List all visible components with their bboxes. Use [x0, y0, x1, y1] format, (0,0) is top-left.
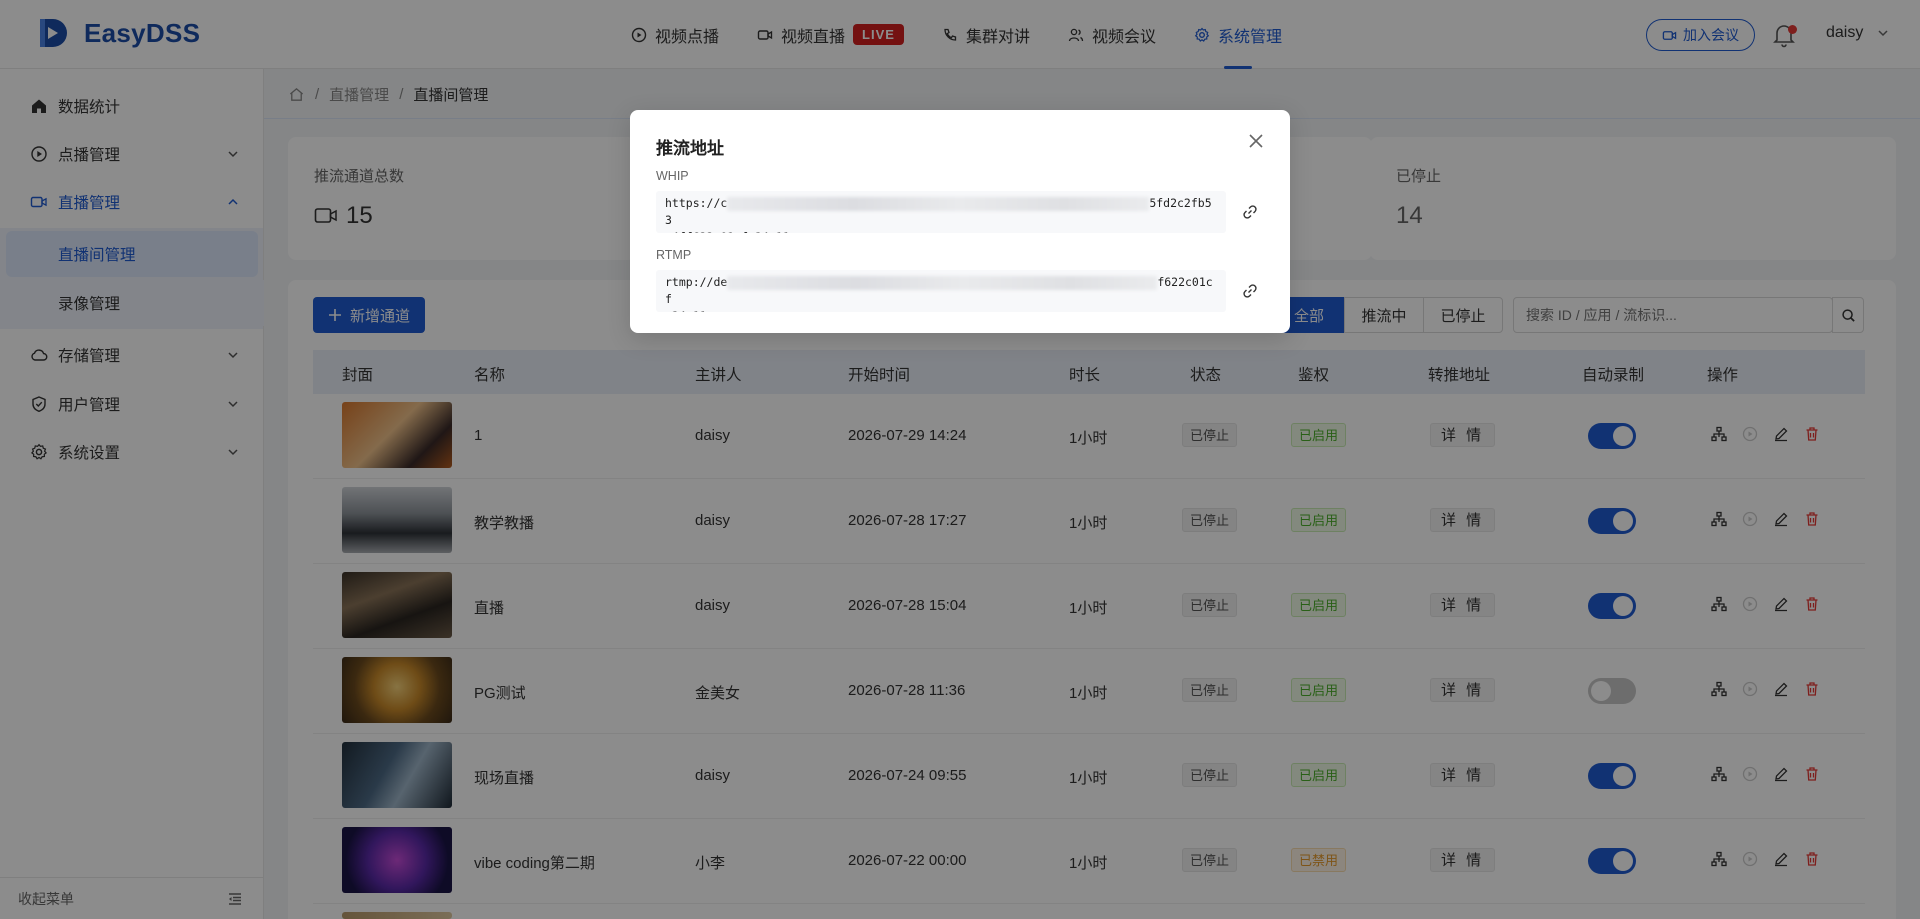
whip-url-field[interactable]: https://c5fd2c2fb53 e4ff622c01cfe34e11	[656, 191, 1226, 233]
whip-url-prefix: https://c	[665, 196, 728, 210]
link-icon[interactable]	[1242, 204, 1258, 220]
push-url-dialog: 推流地址 WHIP https://c5fd2c2fb53 e4ff622c01…	[630, 110, 1290, 333]
close-icon[interactable]	[1247, 132, 1265, 150]
rtmp-label: RTMP	[656, 248, 692, 262]
link-icon[interactable]	[1242, 283, 1258, 299]
whip-label: WHIP	[656, 169, 689, 183]
rtmp-url-line2: e34e11	[665, 309, 707, 312]
rtmp-url-prefix: rtmp://de	[665, 275, 728, 289]
whip-url-line2: e4ff622c01cfe34e11	[665, 230, 790, 233]
rtmp-url-field[interactable]: rtmp://def622c01cf e34e11	[656, 270, 1226, 312]
redacted-text	[727, 275, 1158, 290]
redacted-text	[727, 196, 1150, 211]
dialog-title: 推流地址	[656, 139, 724, 158]
